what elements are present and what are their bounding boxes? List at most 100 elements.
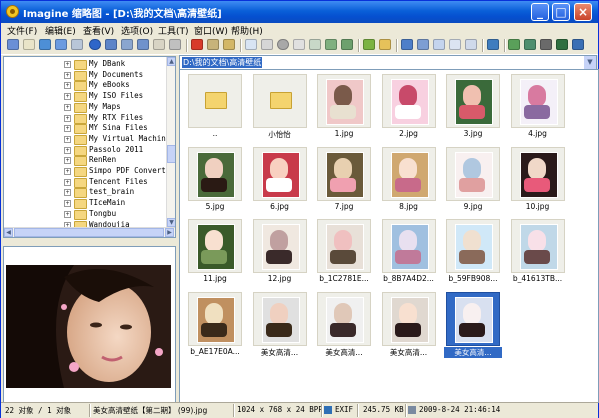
expand-icon[interactable]: + [64, 82, 71, 90]
expand-icon[interactable]: + [64, 178, 71, 186]
tree-item[interactable]: + My DBank [4, 59, 164, 70]
tree-item[interactable]: + RenRen [4, 155, 164, 167]
thumbnail-item[interactable]: 美女高清... [444, 290, 502, 361]
print-icon[interactable] [71, 39, 83, 50]
info-icon[interactable] [89, 39, 101, 50]
thumbnail-grid[interactable]: .. 小怡怡 1.jpg 2.jpg 3.jpg 4.jpg 5.jpg 6.jpg 7.jpg… [179, 69, 599, 403]
chevron-down-icon[interactable]: ▼ [584, 56, 596, 69]
thumbnail-item[interactable]: 5.jpg [186, 145, 244, 216]
thumbnail-item[interactable]: 美女高清... [380, 290, 438, 361]
maximize-button[interactable]: □ [552, 3, 570, 21]
menu-options[interactable]: 选项(O) [121, 24, 153, 37]
folder-item[interactable]: 小怡怡 [251, 72, 309, 143]
splitter[interactable] [3, 238, 176, 245]
expand-icon[interactable]: + [64, 103, 71, 111]
tree-item[interactable]: + My Documents [4, 70, 164, 81]
thumbnail-item[interactable]: 美女高清... [315, 290, 373, 361]
grid-icon[interactable] [309, 39, 321, 50]
thumbnail-item[interactable]: 12.jpg [251, 217, 309, 288]
view-icon[interactable] [7, 39, 19, 50]
thumbnail-item[interactable]: 10.jpg [509, 145, 567, 216]
menu-tools[interactable]: 工具(T) [158, 24, 189, 37]
menu-window[interactable]: 窗口(W) [194, 24, 228, 37]
expand-icon[interactable]: + [64, 125, 71, 133]
plugin-icon[interactable] [508, 39, 520, 50]
expand-icon[interactable]: + [64, 135, 71, 143]
expand-icon[interactable]: + [64, 61, 71, 68]
slideshow-icon[interactable] [261, 39, 273, 50]
tree-item[interactable]: + My ISO Files [4, 91, 164, 103]
thumbnail-item[interactable]: b_1C2781E... [315, 217, 373, 288]
view-details-icon[interactable] [433, 39, 445, 50]
thumbnail-item[interactable]: 9.jpg [444, 145, 502, 216]
expand-icon[interactable]: + [64, 93, 71, 101]
folder-up-icon[interactable] [379, 39, 391, 50]
filter-icon[interactable] [293, 39, 305, 50]
thumbnail-item[interactable]: b_59FB908... [444, 217, 502, 288]
paste-icon[interactable] [223, 39, 235, 50]
view-tiles-icon[interactable] [449, 39, 461, 50]
title-bar[interactable]: Imagine 缩略图 - [D:\我的文档\高清壁纸] _ □ × [1, 1, 598, 23]
view-icons-icon[interactable] [465, 39, 477, 50]
thumbnail-item[interactable]: 4.jpg [509, 72, 567, 143]
tree-item[interactable]: + TIceMain [4, 198, 164, 210]
tree-item[interactable]: + My RTX Files [4, 113, 164, 124]
menu-help[interactable]: 帮助(H) [231, 24, 263, 37]
expand-icon[interactable]: + [64, 210, 71, 218]
menu-file[interactable]: 文件(F) [7, 24, 37, 37]
tree-item[interactable]: + test_brain [4, 187, 164, 199]
expand-icon[interactable]: + [64, 200, 71, 208]
monitor-icon[interactable] [540, 39, 552, 50]
thumbnail-item[interactable]: 2.jpg [380, 72, 438, 143]
path-input[interactable]: D:\我的文档\高清壁纸 [182, 57, 263, 68]
tree-item[interactable]: + Tencent Files [4, 177, 164, 188]
expand-icon[interactable]: + [64, 146, 71, 154]
tree-item[interactable]: + My Maps [4, 102, 164, 113]
menu-view[interactable]: 查看(V) [83, 24, 114, 37]
copy-icon[interactable] [207, 39, 219, 50]
tree-item[interactable]: + MY Sina Files [4, 123, 164, 135]
folder-tree[interactable]: + My DBank + My Documents + My eBooks + My ISO … [3, 56, 176, 238]
view-list-icon[interactable] [417, 39, 429, 50]
expand-icon[interactable]: + [64, 157, 71, 165]
expand-icon[interactable]: + [64, 114, 71, 122]
expand-icon[interactable]: + [64, 168, 71, 175]
scroll-up-icon[interactable]: ▲ [167, 57, 175, 66]
thumbnail-item[interactable]: b_41613TB... [509, 217, 567, 288]
scroll-down-icon[interactable]: ▼ [167, 218, 175, 227]
move-to-icon[interactable] [137, 39, 149, 50]
tree-item[interactable]: + My Virtual Machines [4, 134, 175, 145]
landscape-icon[interactable] [341, 39, 353, 50]
thumbnail-item[interactable]: 11.jpg [186, 217, 244, 288]
tree-item[interactable]: + My eBooks [4, 80, 164, 92]
tree-item[interactable]: + Simpo PDF Converter [4, 166, 175, 177]
tree-horizontal-scrollbar[interactable]: ◀ ▶ [4, 227, 175, 237]
folder-item[interactable]: .. [186, 72, 244, 143]
save-icon[interactable] [39, 39, 51, 50]
expand-icon[interactable]: + [64, 189, 71, 197]
new-icon[interactable] [23, 39, 35, 50]
save-as-icon[interactable] [55, 39, 67, 50]
delete-icon[interactable] [169, 39, 181, 50]
address-bar[interactable]: D:\我的文档\高清壁纸 ▼ [179, 55, 597, 70]
batch-icon[interactable] [524, 39, 536, 50]
expand-icon[interactable]: + [64, 71, 71, 79]
refresh-icon[interactable] [277, 39, 289, 50]
minimize-button[interactable]: _ [531, 3, 549, 21]
scroll-thumb[interactable] [167, 145, 175, 163]
thumbnail-icon[interactable] [245, 39, 257, 50]
thumbnail-item[interactable]: b_AE17E0A... [186, 290, 244, 361]
thumbnail-item[interactable]: 8.jpg [380, 145, 438, 216]
window-icon[interactable] [572, 39, 584, 50]
scroll-hthumb[interactable] [14, 228, 164, 237]
settings-icon[interactable] [487, 39, 499, 50]
image-icon[interactable] [325, 39, 337, 50]
cut-icon[interactable] [191, 39, 203, 50]
rename-icon[interactable] [153, 39, 165, 50]
thumbnail-item[interactable]: 1.jpg [315, 72, 373, 143]
scroll-left-icon[interactable]: ◀ [4, 228, 13, 237]
capture-icon[interactable] [556, 39, 568, 50]
scroll-right-icon[interactable]: ▶ [165, 228, 174, 237]
thumbnail-item[interactable]: b_8B7A4D2... [380, 217, 438, 288]
close-button[interactable]: × [574, 3, 592, 21]
